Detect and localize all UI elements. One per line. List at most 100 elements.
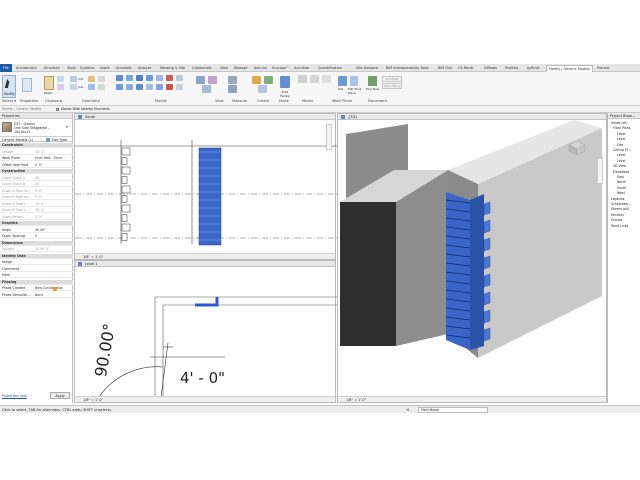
quoin-block-elevation[interactable] bbox=[121, 185, 131, 194]
property-section-header[interactable]: Graphics bbox=[0, 221, 73, 226]
browser-tree-item[interactable]: Level bbox=[617, 137, 625, 141]
browser-tree-item[interactable]: Views (all) bbox=[611, 121, 627, 125]
property-value[interactable]: 0 bbox=[35, 234, 37, 239]
array-icon[interactable] bbox=[156, 84, 163, 90]
trim-icon[interactable] bbox=[146, 84, 153, 90]
quoin-block-elevation[interactable] bbox=[121, 233, 128, 241]
browser-tree-item[interactable]: North bbox=[617, 180, 626, 184]
quoin-block-3d[interactable] bbox=[483, 201, 491, 216]
level1-view-scale[interactable]: 1/8" = 1'-0" bbox=[83, 398, 103, 402]
3d-view[interactable]: {3D} 1/8" = 1'-0" bbox=[337, 113, 607, 403]
browser-tree-item[interactable]: Revit Links bbox=[611, 224, 628, 228]
delete-icon[interactable] bbox=[166, 84, 173, 90]
apply-button[interactable]: Apply bbox=[50, 392, 70, 399]
browser-tree-item[interactable]: 3D View bbox=[613, 164, 626, 168]
cut-clipboard-icon[interactable] bbox=[57, 84, 64, 90]
browser-tree-item[interactable]: Sheets (all) bbox=[611, 207, 629, 211]
tab-cs-revitr[interactable]: CS Revitr bbox=[458, 65, 474, 72]
tab-insert[interactable]: Insert bbox=[100, 65, 110, 72]
edit-family-icon[interactable] bbox=[280, 76, 290, 88]
quoin-block-elevation[interactable] bbox=[121, 195, 128, 203]
edit-work-plane-icon[interactable] bbox=[350, 76, 358, 86]
move-icon[interactable] bbox=[116, 84, 123, 90]
view-icon[interactable] bbox=[202, 85, 211, 93]
override-graphics-icon[interactable] bbox=[208, 76, 217, 84]
join-geometry-icon[interactable] bbox=[88, 76, 95, 82]
offset-icon[interactable] bbox=[126, 75, 133, 81]
property-value[interactable]: 0' 0" bbox=[35, 163, 42, 168]
navigation-bar[interactable] bbox=[326, 124, 332, 150]
quoin-block-3d[interactable] bbox=[483, 291, 491, 306]
browser-tree-item[interactable]: Floor Plans bbox=[613, 126, 630, 130]
demolish-icon[interactable] bbox=[98, 84, 105, 90]
tab-add-ins[interactable]: Add-Ins bbox=[254, 65, 267, 72]
instance-selector[interactable]: Generic Models (1) Edit Type bbox=[0, 136, 73, 142]
property-value[interactable]: None bbox=[35, 293, 43, 298]
quoin-block-3d[interactable] bbox=[483, 327, 491, 342]
model-family-3-icon[interactable] bbox=[322, 75, 331, 83]
model-family-icon[interactable] bbox=[298, 75, 307, 83]
quoin-block-elevation[interactable] bbox=[121, 157, 128, 165]
browser-tree-item[interactable]: Level bbox=[617, 153, 625, 157]
browser-tree-item[interactable]: South bbox=[617, 186, 626, 190]
active-model-dropdown[interactable]: Main Model bbox=[418, 407, 488, 413]
browser-tree-item[interactable]: Legends bbox=[611, 197, 624, 201]
paint-icon[interactable] bbox=[98, 76, 105, 82]
set-work-plane-icon[interactable] bbox=[338, 76, 347, 86]
browser-tree-item[interactable]: Level bbox=[617, 159, 625, 163]
property-section-header[interactable]: Phasing bbox=[0, 279, 73, 285]
work-plane-button[interactable]: Work Plane bbox=[382, 83, 402, 89]
tab-bim-one[interactable]: BIM One bbox=[438, 65, 452, 72]
split-face-icon[interactable] bbox=[88, 84, 95, 90]
tab-file[interactable]: File bbox=[0, 64, 12, 72]
3d-view-scale[interactable]: 1/8" = 1'-0" bbox=[346, 398, 366, 402]
tab-manage[interactable]: Manage bbox=[234, 65, 247, 72]
scale-icon[interactable] bbox=[176, 75, 183, 81]
cut-geometry-icon[interactable] bbox=[70, 84, 77, 90]
property-section-header[interactable]: Construction bbox=[0, 169, 73, 174]
browser-tree-item[interactable]: Schedules/... bbox=[611, 202, 631, 206]
tab-bim-interop[interactable]: BIM Interoperability Tools bbox=[386, 65, 429, 72]
browser-tree-item[interactable]: Level bbox=[617, 132, 625, 136]
tab-precast[interactable]: Precast bbox=[597, 65, 609, 72]
browser-tree-item[interactable]: Ceiling Pl... bbox=[613, 148, 631, 152]
south-view-scale[interactable]: 1/8" = 1'-0" bbox=[83, 255, 103, 259]
dimension-icon[interactable] bbox=[228, 85, 237, 93]
create-group-icon[interactable] bbox=[264, 76, 273, 84]
quoin-block-3d[interactable] bbox=[483, 273, 491, 288]
pick-new-host-button[interactable]: Pick New Host bbox=[382, 76, 402, 86]
pin-icon[interactable] bbox=[166, 75, 173, 81]
level1-plan-view[interactable]: Level 1 90.00° 4' - 0" 1/8" = 1'-0" bbox=[74, 260, 337, 403]
properties-help-link[interactable]: Properties help bbox=[2, 394, 27, 398]
tab-quantification[interactable]: Quantification bbox=[318, 65, 342, 72]
property-value[interactable]: Exist Wall : Gene... bbox=[35, 156, 65, 161]
modify-button[interactable]: Modify bbox=[2, 75, 16, 98]
cope-icon[interactable] bbox=[70, 76, 77, 82]
rotate-icon[interactable] bbox=[136, 84, 143, 90]
quoin-block-elevation[interactable] bbox=[121, 166, 131, 175]
create-parts-icon[interactable] bbox=[258, 85, 267, 93]
copy-modify-icon[interactable] bbox=[126, 84, 133, 90]
mirror-draw-icon[interactable] bbox=[146, 75, 153, 81]
property-section-header[interactable]: Dimensions bbox=[0, 240, 73, 246]
quoin-block-3d[interactable] bbox=[483, 255, 491, 270]
browser-tree-item[interactable]: Elevations bbox=[613, 170, 629, 174]
quoin-block-3d[interactable] bbox=[483, 219, 491, 234]
mirror-axis-icon[interactable] bbox=[136, 75, 143, 81]
tab-collaborate[interactable]: Collaborate bbox=[192, 65, 212, 72]
tab-massing-site[interactable]: Massing & Site bbox=[160, 65, 185, 72]
property-value[interactable]: 90.00° bbox=[35, 228, 46, 233]
tab-annotate[interactable]: Annotate bbox=[116, 65, 132, 72]
south-elevation-view[interactable]: South 1/8" = 1'-0" bbox=[74, 113, 337, 260]
paste-icon[interactable] bbox=[44, 76, 54, 90]
tab-prolitics[interactable]: Prolitics bbox=[505, 65, 518, 72]
split-icon[interactable] bbox=[156, 75, 163, 81]
quoin-block-elevation[interactable] bbox=[121, 223, 131, 232]
tab-enscape[interactable]: Enscape™ bbox=[272, 65, 290, 72]
viewcube-icon[interactable] bbox=[568, 140, 586, 156]
3d-navigation-bar[interactable] bbox=[597, 158, 603, 184]
tab-archilizer[interactable]: Archilizer bbox=[294, 65, 310, 72]
browser-tree-item[interactable]: Site bbox=[617, 143, 623, 147]
type-selector-dropdown-icon[interactable]: ▾ bbox=[66, 125, 68, 129]
unpin-icon[interactable] bbox=[176, 84, 183, 90]
